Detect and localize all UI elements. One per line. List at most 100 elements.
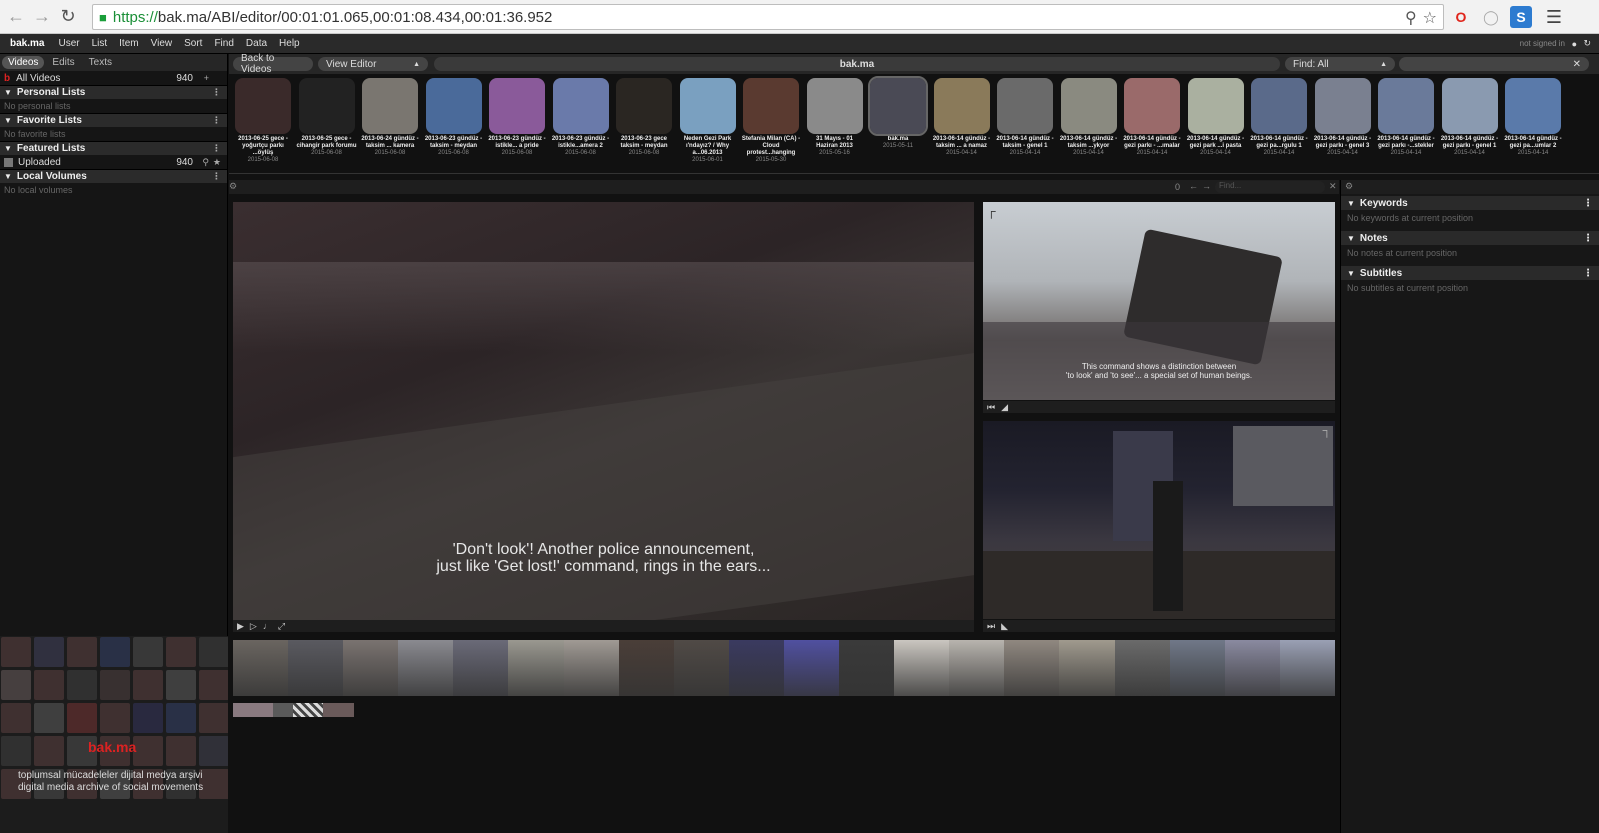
video-thumbnail[interactable]: 2013-06-14 gündüz - gezi parkı - genel 3…	[1313, 78, 1373, 157]
thumbnail-title: Stefania Milan (CA) - Cloud protest...ha…	[741, 136, 801, 156]
thumbnail-image	[1505, 78, 1561, 134]
reload-icon[interactable]: ↻	[55, 4, 81, 30]
zoom-icon[interactable]: ⚲	[1405, 8, 1417, 28]
menu-user[interactable]: User	[52, 38, 85, 49]
close-icon[interactable]: ✕	[1329, 181, 1337, 192]
video-thumbnail[interactable]: 2013-06-23 gündüz - istikle...amera 2 201…	[551, 78, 611, 157]
empty-message: No keywords at current position	[1347, 213, 1474, 223]
volume-icon[interactable]: ♩	[263, 621, 272, 631]
video-thumbnail[interactable]: 2013-06-24 gündüz - taksim ... kamera 201…	[360, 78, 420, 157]
menu-data[interactable]: Data	[240, 38, 273, 49]
address-bar[interactable]: ■ https://bak.ma/ABI/editor/00:01:01.065…	[92, 4, 1444, 30]
video-thumbnail[interactable]: Neden Gezi Park ı'ndayız? / Why a...06.2…	[678, 78, 738, 164]
forward-arrow-icon[interactable]: →	[29, 4, 55, 30]
opera-extension-icon[interactable]: O	[1450, 6, 1472, 28]
video-thumbnail[interactable]: 2013-06-14 gündüz - taksim ... a namaz 20…	[932, 78, 992, 157]
video-thumbnail[interactable]: 2013-06-23 gündüz - taksim - meydan 2015-…	[424, 78, 484, 157]
s-extension-icon[interactable]: S	[1510, 6, 1532, 28]
video-thumbnail[interactable]: Stefania Milan (CA) - Cloud protest...ha…	[741, 78, 801, 164]
tab-videos[interactable]: Videos	[2, 56, 45, 69]
back-to-videos-button[interactable]: Back to Videos	[233, 53, 313, 75]
menu-icon[interactable]: ☰	[1543, 6, 1565, 28]
timeline-segment	[949, 640, 1005, 696]
main-video-player[interactable]: 'Don't look'! Another police announcemen…	[233, 202, 974, 620]
menu-sort[interactable]: Sort	[178, 38, 208, 49]
bookmark-star-icon[interactable]: ☆	[1423, 8, 1437, 28]
video-thumbnail[interactable]: 2013-06-14 gündüz - gezi parkı -...stekl…	[1376, 78, 1436, 157]
video-thumbnail[interactable]: 2013-06-14 gündüz - gezi pa...rgulu 1 201…	[1249, 78, 1309, 157]
editor-find-input[interactable]: Find...	[1215, 181, 1325, 193]
info-icon[interactable]: ⋮	[212, 143, 221, 154]
go-to-end-icon[interactable]: ⏭	[987, 621, 995, 632]
tab-texts[interactable]: Texts	[83, 56, 118, 69]
section-local-volumes[interactable]: ▼ Local Volumes ⋮	[0, 169, 227, 183]
video-thumbnail[interactable]: 31 Mayıs - 01 Haziran 2013 2015-05-16	[805, 78, 865, 157]
view-select[interactable]: View Editor ▲	[318, 57, 428, 71]
refresh-icon[interactable]: ↻	[1583, 38, 1591, 49]
section-subtitles[interactable]: ▼ Subtitles ⋮	[1341, 266, 1599, 280]
info-icon[interactable]: ⋮	[212, 171, 221, 182]
section-personal-lists[interactable]: ▼ Personal Lists ⋮	[0, 85, 227, 99]
uploaded-list-item[interactable]: Uploaded 940 ⚲ ★	[0, 155, 227, 169]
timeline-small[interactable]	[233, 703, 354, 717]
find-select[interactable]: Find: All ▲	[1285, 57, 1395, 71]
set-out-icon[interactable]: ◣	[1001, 621, 1008, 632]
section-favorite-lists[interactable]: ▼ Favorite Lists ⋮	[0, 113, 227, 127]
all-videos-row[interactable]: b All Videos 940 +	[0, 71, 227, 85]
video-thumbnail[interactable]: 2013-06-14 gündüz - gezi park ...i pasta…	[1186, 78, 1246, 157]
bakma-logo[interactable]: bak.ma	[88, 739, 136, 755]
clear-icon[interactable]: ✕	[1573, 59, 1581, 70]
video-thumbnail[interactable]: 2013-06-25 gece - yoğurtçu parkı ...öylü…	[233, 78, 293, 164]
set-in-icon[interactable]: ◢	[1001, 402, 1008, 413]
star-icon[interactable]: ★	[213, 157, 221, 168]
user-icon[interactable]: ●	[1572, 39, 1577, 49]
fullscreen-icon[interactable]: ⤢	[278, 621, 285, 632]
add-icon[interactable]: +	[204, 73, 209, 83]
video-thumbnail[interactable]: 2013-06-14 gündüz - gezi pa...umlar 2 201…	[1503, 78, 1563, 157]
video-thumbnail[interactable]: 2013-06-14 gündüz - gezi parkı - ...ımal…	[1122, 78, 1182, 157]
video-thumbnail[interactable]: 2013-06-23 gündüz - istikle... a pride 20…	[487, 78, 547, 157]
menu-help[interactable]: Help	[273, 38, 306, 49]
section-keywords[interactable]: ▼ Keywords ⋮	[1341, 196, 1599, 210]
next-arrow-icon[interactable]: →	[1202, 181, 1211, 191]
search-icon[interactable]: ⚲	[202, 157, 209, 168]
menu-view[interactable]: View	[145, 38, 179, 49]
brand-menu[interactable]: bak.ma	[0, 38, 52, 49]
back-arrow-icon[interactable]: ←	[3, 4, 29, 30]
thumbnail-title: 2013-06-14 gündüz - taksim ... a namaz	[932, 136, 991, 149]
thumbnail-title: 2013-06-14 gündüz - gezi pa...umlar 2	[1504, 136, 1562, 149]
timeline-segment	[1004, 640, 1060, 696]
info-icon[interactable]: ⋮	[212, 115, 221, 126]
thumbnail-image	[1251, 78, 1307, 134]
info-icon[interactable]: ⋮	[1583, 268, 1593, 279]
menu-find[interactable]: Find	[208, 38, 239, 49]
gear-icon[interactable]: ⚙	[229, 181, 237, 192]
video-thumbnail[interactable]: 2013-06-14 gündüz - taksim - genel 1 2015…	[995, 78, 1055, 157]
info-icon[interactable]: ⋮	[1583, 233, 1593, 244]
menu-item[interactable]: Item	[113, 38, 144, 49]
video-thumbnail[interactable]: 2013-06-23 gece taksim - meydan 2015-06-0…	[614, 78, 674, 157]
previous-arrow-icon[interactable]: ←	[1189, 181, 1198, 191]
video-thumbnail[interactable]: bak.ma 2015-05-11	[868, 76, 928, 150]
shield-extension-icon[interactable]: ◯	[1480, 6, 1502, 28]
thumbnail-date: 2015-04-14	[946, 150, 977, 156]
tab-edits[interactable]: Edits	[46, 56, 80, 69]
in-point-video[interactable]: This command shows a distinction between…	[983, 202, 1335, 400]
video-thumbnail[interactable]: 2013-06-25 gece - cihangir park forumu 20…	[297, 78, 357, 157]
play-icon[interactable]: ▶	[237, 621, 244, 632]
gear-icon[interactable]: ⚙	[1345, 181, 1353, 192]
step-icon[interactable]: ▷	[250, 621, 257, 632]
info-icon[interactable]: ⋮	[1583, 198, 1593, 209]
thumbnail-image	[1314, 78, 1371, 134]
menu-list[interactable]: List	[86, 38, 114, 49]
info-icon[interactable]: ⋮	[212, 87, 221, 98]
section-featured-lists[interactable]: ▼ Featured Lists ⋮	[0, 141, 227, 155]
video-thumbnail[interactable]: 2013-06-14 gündüz - taksim ...ykyor 2015-…	[1059, 78, 1119, 157]
section-notes[interactable]: ▼ Notes ⋮	[1341, 231, 1599, 245]
find-input[interactable]: ✕	[1399, 57, 1589, 71]
go-to-start-icon[interactable]: ⏮	[987, 402, 995, 413]
out-point-video[interactable]: ┐	[983, 421, 1335, 619]
timeline[interactable]	[233, 640, 1335, 696]
list-item-count: 940	[176, 156, 193, 168]
video-thumbnail[interactable]: 2013-06-14 gündüz - gezi parkı - genel 1…	[1440, 78, 1500, 157]
